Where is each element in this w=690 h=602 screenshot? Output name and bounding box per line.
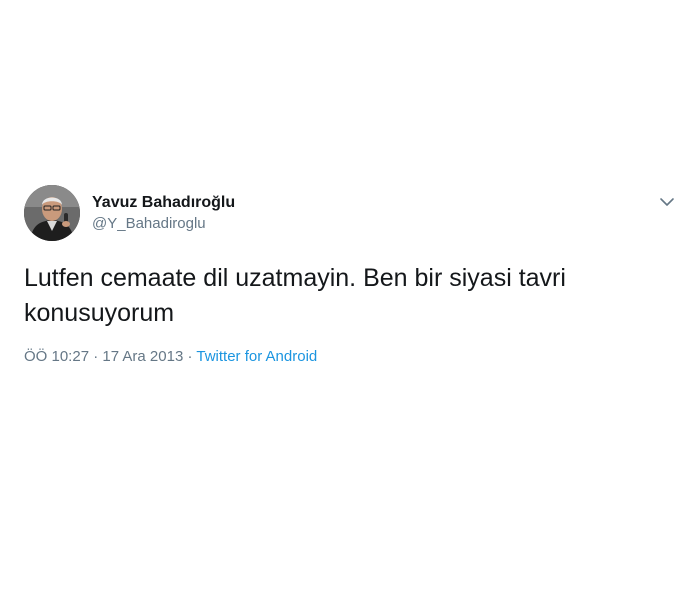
tweet-source-link[interactable]: Twitter for Android xyxy=(196,348,317,365)
avatar[interactable] xyxy=(24,185,80,241)
tweet-meta: ÖÖ 10:27 · 17 Ara 2013 · Twitter for And… xyxy=(24,347,317,367)
user-handle[interactable]: @Y_Bahadiroglu xyxy=(92,214,235,234)
meta-separator: · xyxy=(89,348,103,365)
tweet-text: Lutfen cemaate dil uzatmayin. Ben bir si… xyxy=(24,264,566,327)
tweet-menu-button[interactable] xyxy=(658,195,676,209)
tweet-date[interactable]: 17 Ara 2013 xyxy=(102,348,183,365)
tweet-time[interactable]: ÖÖ 10:27 xyxy=(24,348,89,365)
tweet-card: Yavuz Bahadıroğlu @Y_Bahadiroglu Lutfen … xyxy=(24,185,676,365)
avatar-photo-icon xyxy=(24,185,80,241)
author-names: Yavuz Bahadıroğlu @Y_Bahadiroglu xyxy=(92,193,235,234)
tweet-header: Yavuz Bahadıroğlu @Y_Bahadiroglu xyxy=(24,185,676,245)
display-name[interactable]: Yavuz Bahadıroğlu xyxy=(92,193,235,213)
meta-separator: · xyxy=(183,348,197,365)
chevron-down-icon xyxy=(660,198,674,206)
